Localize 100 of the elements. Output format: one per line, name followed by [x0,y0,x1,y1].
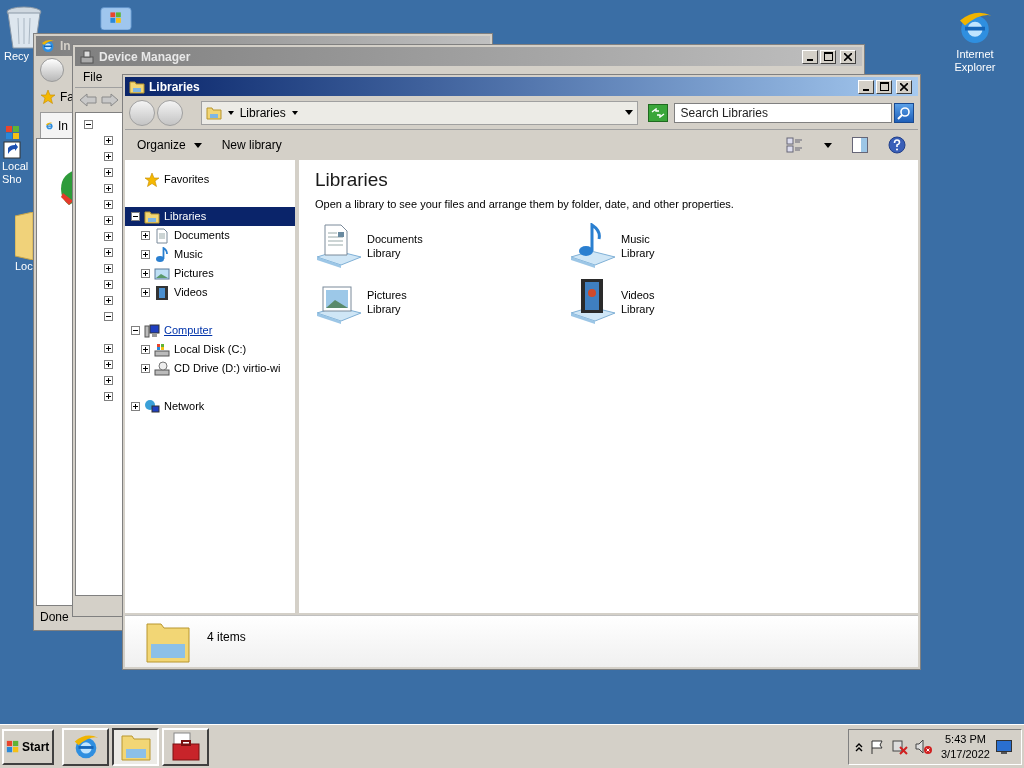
navigation-item[interactable]: Documents [125,226,295,245]
minimize-icon [807,58,813,61]
clock-date[interactable]: 3/17/2022 [941,746,990,762]
start-button[interactable]: Start [2,728,54,765]
search-field[interactable]: Search Libraries [673,102,893,123]
folder-icon [129,78,145,95]
expand-icon[interactable] [104,295,113,305]
picture-icon [154,265,170,282]
library-item[interactable]: Pictures Library [315,278,569,326]
maximize-button[interactable] [820,49,836,64]
desktop-icon-label: Sho [2,173,22,186]
expand-icon[interactable] [141,231,150,240]
menu-item[interactable]: File [83,67,103,86]
command-button[interactable]: Organize [137,136,202,154]
caret-icon[interactable] [227,110,234,115]
command-button[interactable]: New library [221,136,282,154]
flag-icon[interactable] [869,738,885,755]
folder-icon [205,104,222,121]
library-type: Library [621,302,655,316]
preview-pane-icon[interactable] [852,137,868,153]
navigation-item[interactable]: Videos [125,283,295,302]
expand-icon[interactable] [104,167,113,177]
close-button[interactable] [896,79,912,94]
content-heading: Libraries [315,168,389,192]
close-button[interactable] [840,49,856,64]
navigation-item[interactable]: Favorites [125,170,295,189]
help-icon[interactable] [888,136,906,154]
expand-icon[interactable] [141,250,150,259]
minimize-button[interactable] [858,79,874,94]
view-options-icon[interactable] [786,137,804,153]
navigation-item[interactable]: Network [125,397,295,416]
expand-icon[interactable] [104,135,113,145]
library-icon [569,279,617,325]
network-icon [144,398,160,415]
expand-icon[interactable] [104,215,113,225]
refresh-button[interactable] [647,103,668,122]
caret-icon[interactable] [824,142,832,148]
close-icon [844,52,852,61]
desktop-icon-label: Local [2,160,29,173]
search-button[interactable] [894,102,914,123]
expand-icon[interactable] [104,199,113,209]
expand-icon[interactable] [104,151,113,161]
desktop-icon-label: Explorer [954,61,996,74]
expand-icon[interactable] [131,402,140,411]
minimize-icon [863,88,869,91]
expand-icon[interactable] [104,343,113,353]
expand-icon[interactable] [104,391,113,401]
chevron-up-icon[interactable] [855,741,863,752]
computer-icon [144,322,160,339]
clock-time[interactable]: 5:43 PM [945,731,986,747]
expand-icon[interactable] [141,364,150,373]
dropdown-caret-icon[interactable] [624,110,633,115]
network-error-icon[interactable] [891,738,909,755]
library-icon [315,223,363,269]
taskbar-button[interactable] [112,727,159,766]
expand-icon[interactable] [141,345,150,354]
desktop-icon-label: Internet [956,48,994,61]
library-item[interactable]: Documents Library [315,222,569,270]
browser-tab[interactable]: In [40,112,72,138]
navigation-item[interactable]: Local Disk (C:) [125,340,295,359]
expand-icon[interactable] [104,263,113,273]
expand-icon[interactable] [141,269,150,278]
navigation-item[interactable]: Libraries [125,207,295,226]
window-icon[interactable] [98,6,134,30]
collapse-icon[interactable] [84,119,93,129]
expand-icon[interactable] [104,359,113,369]
expand-icon[interactable] [104,247,113,257]
expand-icon[interactable] [141,288,150,297]
address-bar[interactable]: Libraries [200,100,638,125]
library-item[interactable]: Music Library [569,222,823,270]
cd-drive-icon [154,360,170,377]
window-title: Device Manager [99,48,192,66]
library-name: Music [621,232,651,246]
show-desktop-icon[interactable] [995,739,1012,754]
library-name: Videos [621,288,655,302]
navigation-item[interactable]: Pictures [125,264,295,283]
minimize-button[interactable] [802,49,818,64]
collapse-icon[interactable] [104,311,113,321]
folder-icon [144,208,160,225]
navigation-item[interactable]: Computer [125,321,295,340]
caret-icon[interactable] [291,110,298,115]
navigation-item[interactable]: Music [125,245,295,264]
expand-icon[interactable] [104,183,113,193]
expand-icon[interactable] [104,375,113,385]
expand-icon[interactable] [104,279,113,289]
navigation-item[interactable]: CD Drive (D:) virtio-wi [125,359,295,378]
document-icon [154,227,170,244]
desktop-icon-label: Recy [4,50,30,63]
expand-icon[interactable] [104,231,113,241]
browser-icon [40,38,56,54]
collapse-icon[interactable] [131,326,140,335]
star-icon [40,89,56,105]
maximize-button[interactable] [876,79,892,94]
library-item[interactable]: Videos Library [569,278,823,326]
library-type: Library [367,246,402,260]
maximize-icon [879,82,889,91]
muted-speaker-icon[interactable] [915,738,933,755]
maximize-icon [823,52,833,61]
library-name: Documents [367,232,423,246]
collapse-icon[interactable] [131,212,140,221]
